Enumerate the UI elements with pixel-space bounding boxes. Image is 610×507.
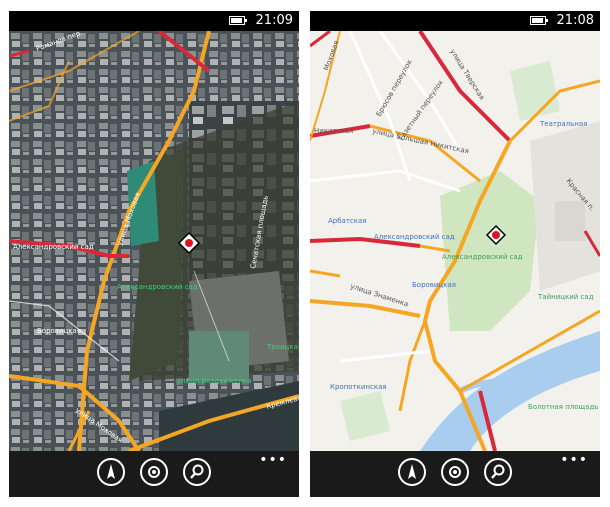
app-bar: ••• — [9, 451, 299, 497]
status-bar: 21:08 — [310, 11, 600, 31]
search-icon — [491, 464, 505, 479]
status-time: 21:08 — [556, 13, 594, 28]
battery-icon — [229, 16, 247, 25]
label-nikitskaya: Никитская — [314, 127, 353, 135]
compass-icon — [107, 464, 115, 479]
label-kropotkinskaya: Кропоткинская — [330, 383, 387, 391]
compass-button[interactable] — [97, 458, 125, 486]
label-bolotnaya: Болотная площадь — [528, 403, 598, 411]
more-menu-button[interactable]: ••• — [259, 453, 287, 467]
phone-left: 21:09 улица Моховая улица Моховая Алекса… — [9, 11, 299, 497]
street-map[interactable]: Никитская улица Большая Никитская улица … — [310, 31, 600, 451]
label-vozdvizhenka: улица Воздвиженка — [177, 377, 251, 385]
search-icon — [190, 464, 204, 479]
label-aleksandrovsky-sad-2: Александровский сад — [117, 283, 198, 291]
battery-icon — [530, 16, 548, 25]
search-button[interactable] — [183, 458, 211, 486]
locate-icon — [449, 466, 461, 478]
status-bar: 21:09 — [9, 11, 299, 31]
search-button[interactable] — [484, 458, 512, 486]
label-tainitsky: Тайницкий сад — [537, 293, 594, 301]
status-time: 21:09 — [255, 13, 293, 28]
label-borovitskaya: Боровицкая — [412, 281, 456, 289]
label-aleksandrovsky-sad-1: Александровский сад — [13, 243, 94, 251]
satellite-map[interactable]: улица Моховая улица Моховая Александровс… — [9, 31, 299, 451]
label-arbatskaya: Арбатская — [328, 217, 367, 225]
locate-button[interactable] — [441, 458, 469, 486]
label-borovitskaya: Боровицкая — [37, 327, 81, 335]
more-menu-button[interactable]: ••• — [560, 453, 588, 467]
locate-icon — [148, 466, 160, 478]
locate-button[interactable] — [140, 458, 168, 486]
label-teatralnaya: Театральная — [539, 120, 587, 128]
label-aleksandrovsky-sad-park: Александровский сад — [442, 253, 523, 261]
label-aleksandrovsky-sad: Александровский сад — [374, 233, 455, 241]
label-troitskaya: Троицкая — [266, 343, 299, 351]
compass-icon — [408, 464, 416, 479]
phone-right: 21:08 Никитская улица Большая Никитская … — [310, 11, 600, 497]
compass-button[interactable] — [398, 458, 426, 486]
app-bar: ••• — [310, 451, 600, 497]
